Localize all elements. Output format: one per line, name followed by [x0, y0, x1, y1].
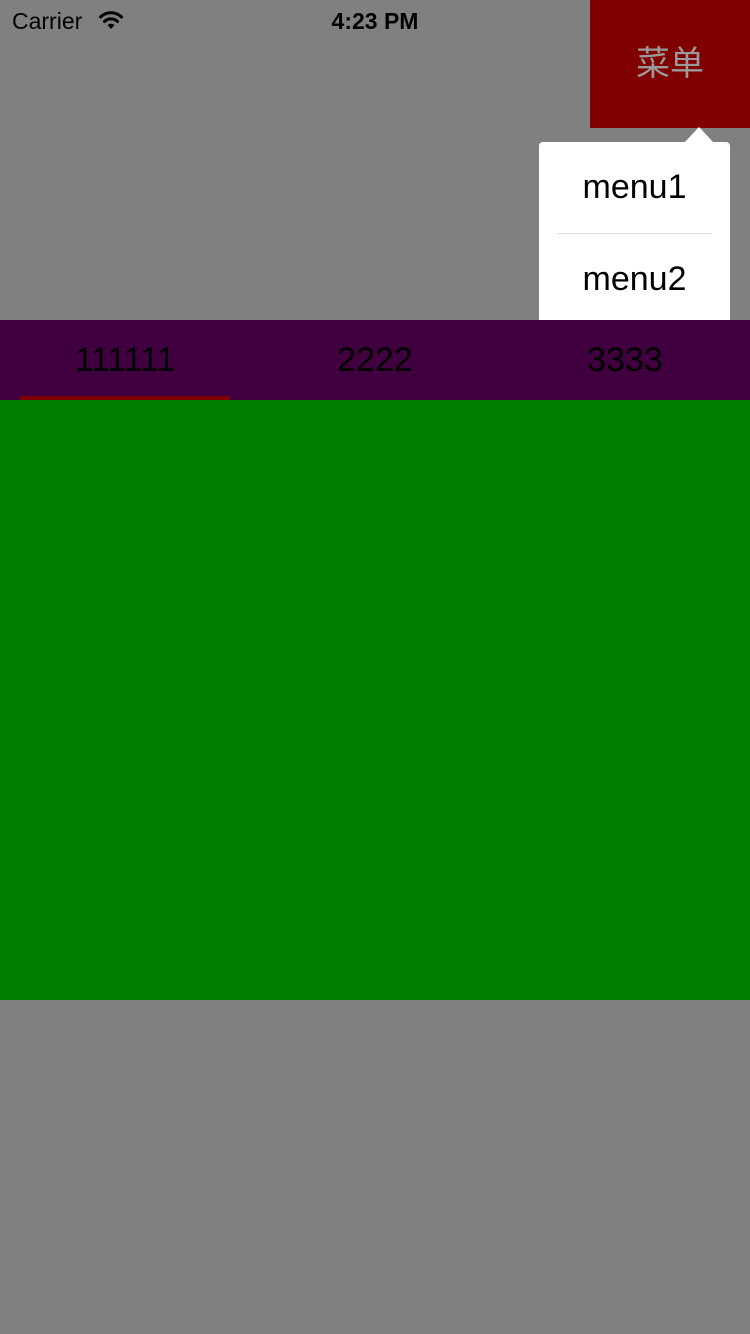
tab-111111[interactable]: 111111 [0, 320, 250, 400]
popover-menu-item-menu2[interactable]: menu2 [539, 234, 730, 325]
content-panel [0, 400, 750, 1000]
popover-menu-item-menu1[interactable]: menu1 [539, 142, 730, 233]
tab-3333[interactable]: 3333 [500, 320, 750, 400]
tab-bar: 111111 2222 3333 [0, 320, 750, 400]
popover-menu: menu1 menu2 [539, 142, 730, 325]
popover-arrow [684, 127, 714, 143]
tab-2222[interactable]: 2222 [250, 320, 500, 400]
menu-button[interactable]: 菜单 [590, 0, 750, 128]
